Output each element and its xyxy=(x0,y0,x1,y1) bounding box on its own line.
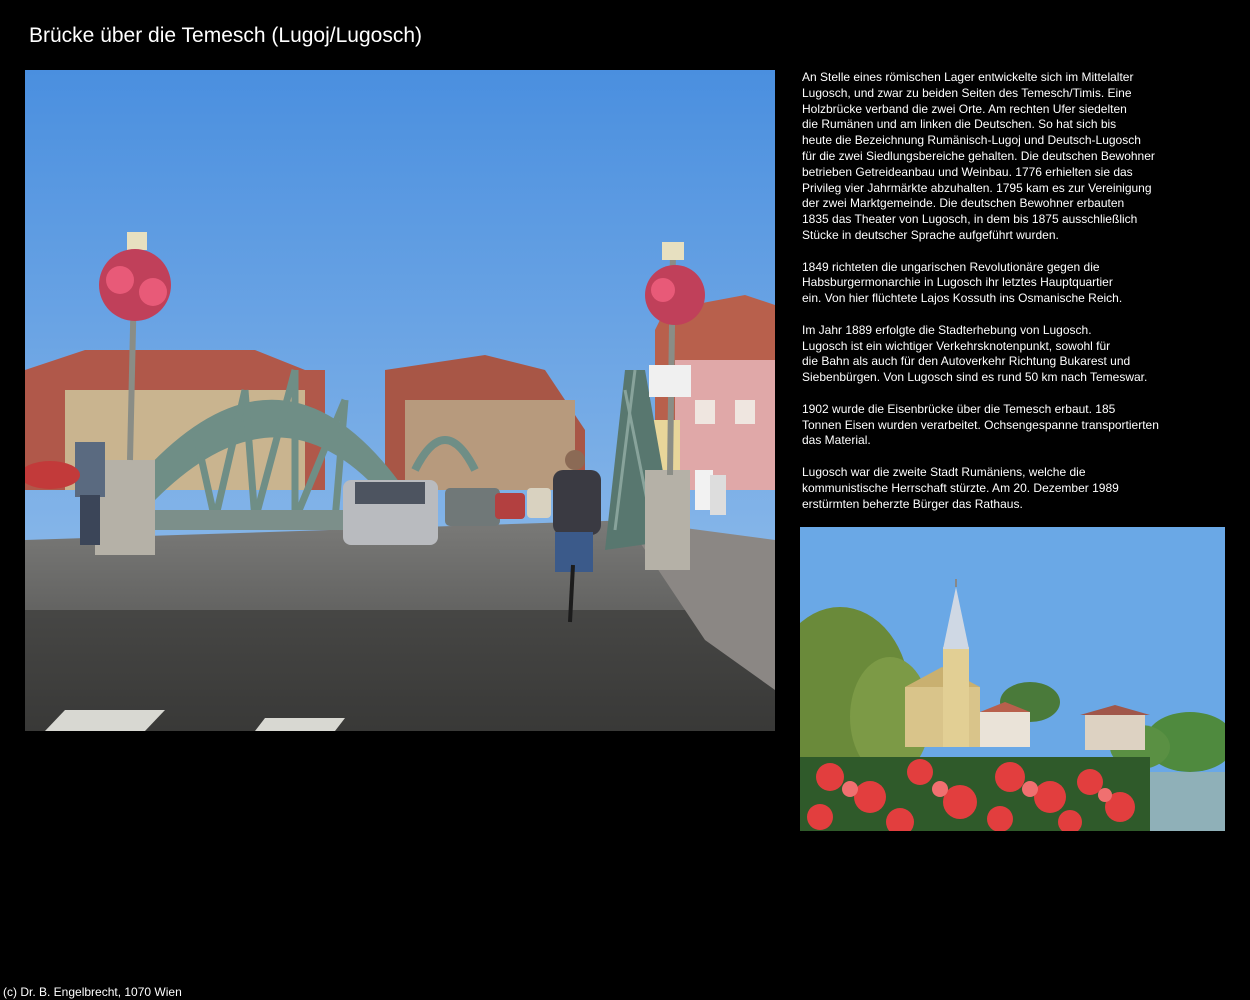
paragraph-town: Im Jahr 1889 erfolgte die Stadterhebung … xyxy=(802,322,1148,385)
paragraph-revolution: 1849 richteten die ungarischen Revolutio… xyxy=(802,259,1123,306)
bridge-photo[interactable] xyxy=(25,70,775,731)
paragraph-history: An Stelle eines römischen Lager entwicke… xyxy=(802,70,1155,242)
paragraph-bridge: 1902 wurde die Eisenbrücke über die Teme… xyxy=(802,401,1159,448)
article-text: An Stelle eines römischen Lager entwicke… xyxy=(802,70,1182,528)
copyright-footer: (c) Dr. B. Engelbrecht, 1070 Wien xyxy=(3,985,182,999)
page-title: Brücke über die Temesch (Lugoj/Lugosch) xyxy=(29,24,423,47)
church-photo[interactable] xyxy=(800,527,1225,831)
paragraph-1989: Lugosch war die zweite Stadt Rumäniens, … xyxy=(802,464,1119,511)
